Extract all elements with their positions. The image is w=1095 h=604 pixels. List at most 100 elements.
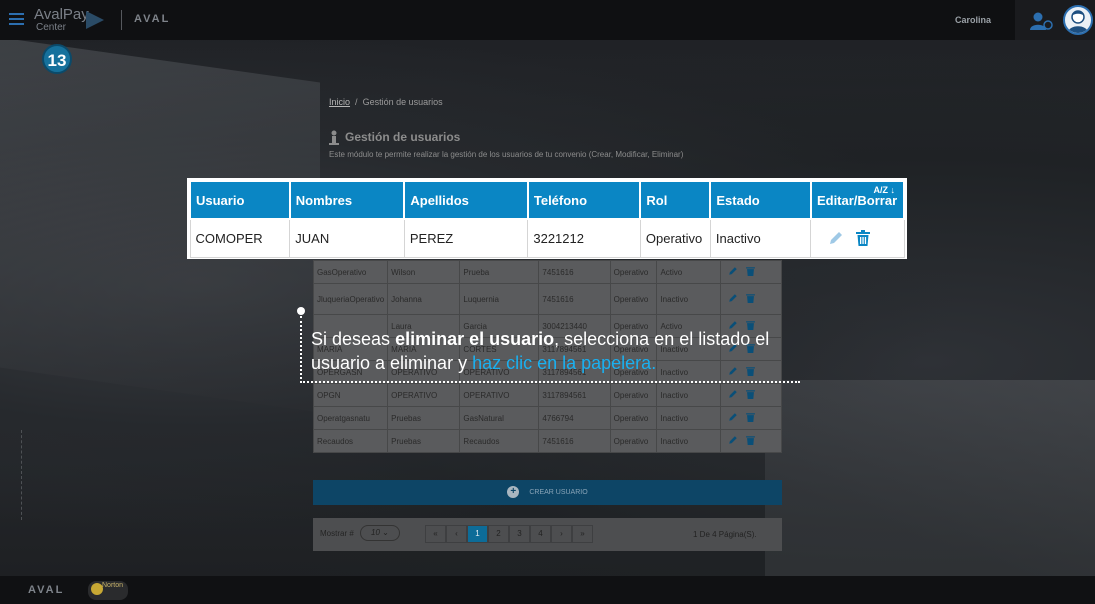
page-button[interactable]: › — [551, 525, 572, 543]
page-button[interactable]: « — [425, 525, 446, 543]
table-cell: Recaudos — [312, 429, 389, 453]
breadcrumb: Inicio / Gestión de usuarios — [329, 97, 443, 107]
table-cell: Inactivo — [656, 406, 722, 430]
table-row[interactable]: JluqueriaOperativo Johanna Luquernia 745161… — [312, 283, 782, 315]
table-cell: OPERATIVO — [459, 383, 540, 407]
table-cell: Operativo — [639, 218, 711, 258]
avalpay-logo[interactable]: AvalPay Center — [34, 7, 89, 34]
table-cell: Activo — [656, 260, 722, 284]
row-actions — [720, 383, 782, 407]
page-info: 1 De 4 Página(S). — [693, 530, 757, 539]
pencil-icon[interactable] — [828, 230, 844, 246]
header-divider — [121, 10, 122, 30]
trash-icon[interactable] — [746, 389, 756, 399]
plus-icon: + — [507, 486, 520, 499]
table-row[interactable]: GasOperativo Wilson Prueba 7451616 Operativo… — [312, 260, 782, 284]
table-row[interactable]: Operatgasnatu Pruebas GasNatural 4766794 Ope… — [312, 406, 782, 430]
table-cell: 3117894561 — [538, 383, 611, 407]
footer-aval-logo: AVAL — [28, 584, 65, 596]
page-button[interactable]: 1 — [467, 525, 488, 543]
table-cell: OPERATIVO — [387, 383, 461, 407]
user-management-icon — [329, 130, 339, 145]
table-cell: 4766794 — [538, 406, 611, 430]
logo-arrow-icon — [86, 11, 104, 29]
user-name: Carolina — [955, 15, 992, 25]
trash-icon[interactable] — [746, 412, 756, 422]
table-cell: JUAN — [289, 218, 405, 258]
hamburger-menu-icon[interactable] — [9, 13, 24, 25]
trash-icon[interactable] — [746, 293, 756, 303]
create-user-label: CREAR USUARIO — [529, 489, 588, 496]
annotation-text: Si deseas eliminar el usuario, seleccion… — [311, 329, 770, 373]
top-bar: AvalPay Center AVAL Carolina — [0, 0, 1095, 40]
row-actions — [720, 283, 782, 315]
column-header[interactable]: Apellidos — [403, 180, 529, 220]
page-button[interactable]: 4 — [530, 525, 551, 543]
aval-logo: AVAL — [134, 13, 171, 25]
row-actions — [810, 218, 905, 258]
column-header[interactable]: Estado — [709, 180, 812, 220]
table-cell: Operativo — [609, 283, 658, 315]
norton-badge: Norton — [88, 581, 128, 600]
table-row[interactable]: OPGN OPERATIVO OPERATIVO 3117894561 Operativ… — [312, 383, 782, 407]
table-cell: Recaudos — [459, 429, 540, 453]
page-button[interactable]: ‹ — [446, 525, 467, 543]
page-description: Este módulo te permite realizar la gesti… — [329, 150, 684, 159]
column-header[interactable]: Rol — [639, 180, 712, 220]
footer: AVAL Norton — [0, 576, 1095, 604]
pencil-icon[interactable] — [728, 412, 738, 422]
table-cell: Operativo — [609, 429, 658, 453]
column-header[interactable]: Usuario — [189, 180, 291, 220]
table-cell: 7451616 — [538, 260, 611, 284]
create-user-button[interactable]: + CREAR USUARIO — [313, 480, 782, 505]
column-header[interactable]: Nombres — [288, 180, 406, 220]
row-actions — [720, 429, 782, 453]
pencil-icon[interactable] — [728, 293, 738, 303]
page-button[interactable]: 3 — [509, 525, 530, 543]
breadcrumb-current: Gestión de usuarios — [362, 97, 443, 107]
sort-indicator[interactable]: A/Z ↓ — [874, 185, 896, 195]
table-cell: 7451616 — [538, 283, 611, 315]
table-cell: Pruebas — [387, 406, 461, 430]
page-button[interactable]: 2 — [488, 525, 509, 543]
table-row[interactable]: COMOPER JUAN PEREZ 3221212 Operativo Inactivo — [189, 218, 905, 258]
table-row[interactable]: Recaudos Pruebas Recaudos 7451616 Operativo I… — [312, 429, 782, 453]
annotation-line — [300, 316, 302, 383]
page-button[interactable]: » — [572, 525, 593, 543]
table-cell: Pruebas — [387, 429, 461, 453]
table-cell: Inactivo — [656, 429, 722, 453]
pencil-icon[interactable] — [728, 435, 738, 445]
trash-icon[interactable] — [856, 230, 871, 247]
table-cell: OPGN — [312, 383, 389, 407]
page-size-select[interactable]: 10 ⌄ — [360, 525, 400, 541]
chevron-down-icon: ⌄ — [382, 528, 389, 537]
breadcrumb-home-link[interactable]: Inicio — [329, 97, 350, 107]
page-size-label: Mostrar # — [320, 529, 354, 538]
table-cell: GasOperativo — [312, 260, 389, 284]
pencil-icon[interactable] — [728, 389, 738, 399]
table-cell: Prueba — [459, 260, 540, 284]
pencil-icon[interactable] — [728, 266, 738, 276]
table-cell: COMOPER — [189, 218, 291, 258]
column-header[interactable]: Teléfono — [526, 180, 642, 220]
pagination: Mostrar # 10 ⌄ «‹ 1 2 3 4 ›» 1 De 4 Página(S)… — [313, 518, 782, 551]
page-title: Gestión de usuarios — [345, 130, 461, 144]
avatar[interactable] — [1063, 5, 1093, 35]
annotation-underline — [300, 381, 800, 383]
breadcrumb-separator: / — [355, 97, 358, 107]
highlighted-user-row: Usuario Nombres Apellidos Teléfono Rol Estado… — [187, 178, 907, 259]
column-header[interactable]: Editar/Borrar A/Z ↓ — [809, 180, 906, 220]
user-settings-icon[interactable] — [1029, 11, 1053, 31]
papers-image — [765, 380, 1095, 576]
trash-icon[interactable] — [746, 266, 756, 276]
trash-icon[interactable] — [746, 435, 756, 445]
table-cell: Wilson — [387, 260, 461, 284]
decorative-dash-line — [21, 430, 23, 520]
table-cell: GasNatural — [459, 406, 540, 430]
table-cell: PEREZ — [403, 218, 529, 258]
table-cell: Inactivo — [656, 383, 722, 407]
table-cell: Luquernia — [459, 283, 540, 315]
table-cell: Operatgasnatu — [312, 406, 389, 430]
table-cell: Operativo — [609, 383, 658, 407]
annotation-dot — [297, 307, 305, 315]
